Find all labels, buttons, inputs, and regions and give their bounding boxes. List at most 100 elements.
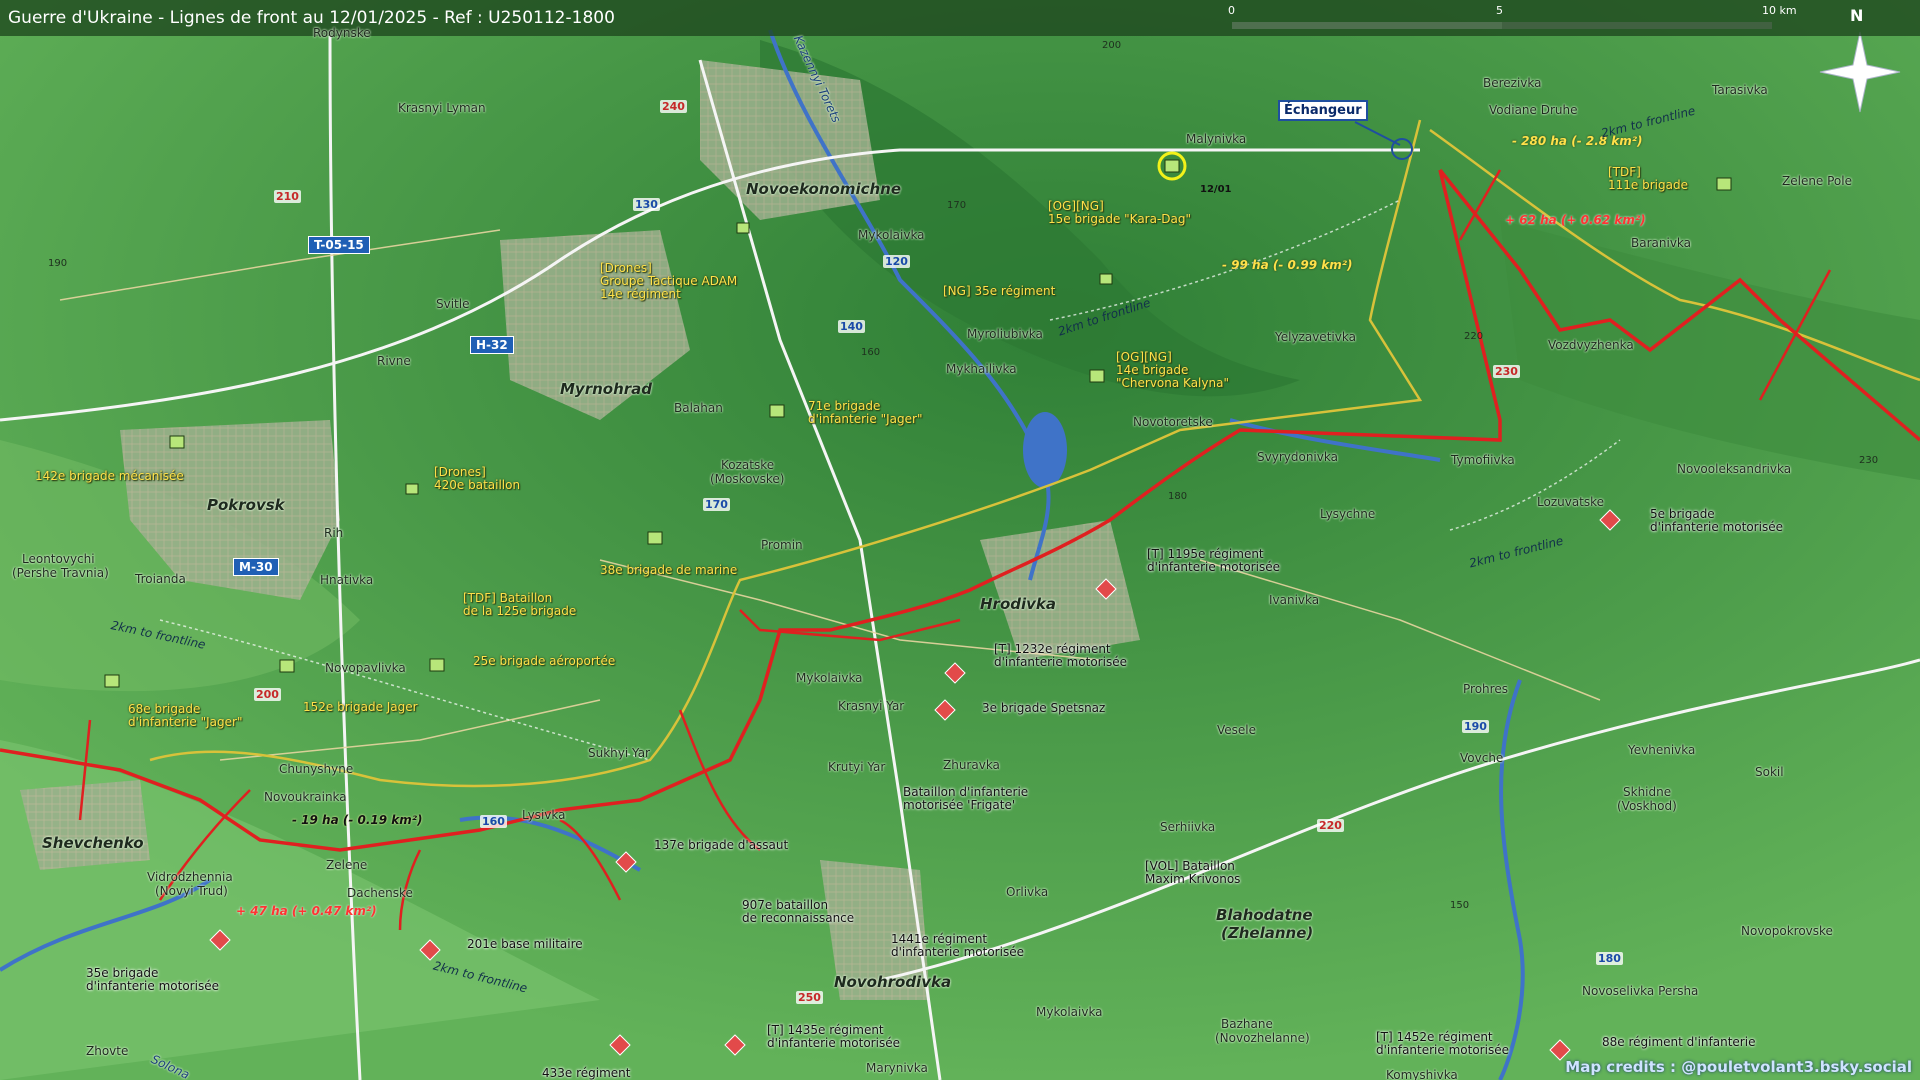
ru-unit-88: 88e régiment d'infanterie	[1602, 1035, 1756, 1049]
ru-unit-137: 137e brigade d'assaut	[654, 838, 789, 852]
ua-unit-68: 68e brigade d'infanterie "Jager"	[128, 703, 242, 729]
place-vodiane-druhe: Vodiane Druhe	[1489, 103, 1578, 117]
map-frame[interactable]: Guerre d'Ukraine - Lignes de front au 12…	[0, 0, 1920, 1080]
ua-unit-71-line-2: d'infanterie "Jager"	[808, 412, 923, 426]
place-vesele: Veselе	[1217, 723, 1257, 737]
elevation-150: 150	[1450, 900, 1470, 911]
place-dachenske: Dachenske	[347, 886, 413, 900]
place-vovche: Vovche	[1460, 751, 1504, 765]
place-novoselivka-persha: Novoselivka Persha	[1582, 984, 1699, 998]
ru-unit-1441: 1441e régiment d'infanterie motorisée	[891, 933, 1024, 959]
place-mykolaivka-n: Mykolaivka	[858, 228, 925, 242]
callout-echangeur: Échangeur	[1278, 100, 1368, 121]
ua-unit-tdf111: [TDF] 111e brigade	[1608, 166, 1688, 192]
place-berezivka: Berezivka	[1483, 76, 1542, 90]
place-novyi-trud: (Novyi Trud)	[155, 884, 228, 898]
ru-unit-35: 35e brigade d'infanterie motorisée	[86, 967, 219, 993]
elevation-160: 160	[861, 347, 881, 358]
place-hnativka: Hnativka	[320, 573, 374, 587]
place-svitle: Svitle	[436, 297, 470, 311]
place-shevchenko: Shevchenko	[42, 834, 144, 852]
ua-unit-25: 25e brigade aéroportée	[473, 654, 616, 668]
road-number-200: 200	[254, 688, 281, 701]
ru-unit-907-line-2: de reconnaissance	[742, 911, 855, 925]
ua-unit-adam: [Drones] Groupe Tactique ADAM 14e régime…	[600, 262, 737, 301]
elevation-170: 170	[947, 200, 967, 211]
ua-unit-38: 38e brigade de marine	[600, 563, 738, 577]
place-serhiivka: Serhiivka	[1160, 820, 1216, 834]
ua-unit-71: 71e brigade d'infanterie "Jager"	[808, 400, 922, 426]
place-marynivka: Marynivka	[866, 1061, 928, 1075]
place-kozatske: Kozatske	[721, 458, 775, 472]
ua-unit-68-line-2: d'infanterie "Jager"	[128, 715, 243, 729]
ru-unit-1435: [T] 1435e régiment d'infanterie motorisé…	[767, 1024, 900, 1050]
ru-unit-433: 433e régiment	[542, 1066, 631, 1080]
ru-unit-frigate-line-2: motorisée 'Frigate'	[903, 798, 1016, 812]
ua-unit-125: [TDF] Bataillon de la 125e brigade	[463, 592, 576, 618]
place-krasnyi-lyman: Krasnyi Lyman	[398, 101, 486, 115]
place-sukhyi-yar: Sukhyi Yar	[588, 746, 650, 760]
elevation-190: 190	[48, 258, 68, 269]
place-baranivka: Baranivka	[1631, 236, 1692, 250]
ua-unit-chervona-kalyna: [OG][NG] 14e brigade "Chervona Kalyna"	[1116, 351, 1229, 390]
road-number-140: 140	[838, 320, 865, 333]
place-zelene: Zelene	[326, 858, 368, 872]
place-mykolaivka-c: Mykolaivka	[796, 671, 863, 685]
place-myroliubivka: Myroliubivka	[967, 327, 1043, 341]
ru-unit-vol-line-2: Maxim Krivonos	[1145, 872, 1241, 886]
road-number-170: 170	[703, 498, 730, 511]
map-credits[interactable]: Map credits : @pouletvolant3.bsky.social	[1565, 1058, 1912, 1076]
place-vozdvyzhenka: Vozdvyzhenka	[1548, 338, 1634, 352]
map-title: Guerre d'Ukraine - Lignes de front au 12…	[8, 8, 615, 28]
place-malynivka: Malynivka	[1186, 132, 1247, 146]
place-krutyi-yar: Krutyi Yar	[828, 760, 886, 774]
place-balahan: Balahan	[674, 401, 723, 415]
elevation-230: 230	[1859, 455, 1879, 466]
ru-unit-frigate: Bataillon d'infanterie motorisée 'Frigat…	[903, 786, 1028, 812]
delta-62: + 62 ha (+ 0.62 km²)	[1505, 213, 1646, 227]
place-myrnohrad: Myrnohrad	[560, 380, 653, 398]
place-rivne: Rivne	[377, 354, 411, 368]
road-number-220: 220	[1317, 819, 1344, 832]
place-novoekonomichne: Novoekonomichne	[746, 180, 902, 198]
elevation-180: 180	[1168, 491, 1188, 502]
ua-unit-chervona-kalyna-line-3: "Chervona Kalyna"	[1116, 376, 1229, 390]
ru-unit-907: 907e bataillon de reconnaissance	[742, 899, 854, 925]
reservoir	[1023, 412, 1067, 488]
road-shield-m30: M-30	[233, 558, 279, 576]
place-mykhailivka: Mykhailivka	[946, 362, 1017, 376]
map-canvas[interactable]	[0, 0, 1920, 1080]
delta-99: - 99 ha (- 0.99 km²)	[1222, 258, 1353, 272]
place-blahodatne: Blahodatne	[1216, 906, 1313, 924]
scale-label-10: 10 km	[1762, 4, 1797, 17]
ua-unit-ng35: [NG] 35e régiment	[943, 284, 1056, 298]
place-sokil: Sokil	[1755, 765, 1784, 779]
ru-unit-5-line-2: d'infanterie motorisée	[1650, 520, 1783, 534]
delta-47: + 47 ha (+ 0.47 km²)	[236, 904, 377, 918]
place-yelyzavetivka: Yelyzavetivka	[1275, 330, 1356, 344]
road-number-190: 190	[1462, 720, 1489, 733]
place-promin: Promin	[761, 538, 803, 552]
place-moskovske: (Moskovske)	[710, 472, 785, 486]
ru-unit-1441-line-2: d'infanterie motorisée	[891, 945, 1024, 959]
place-zelene-pole: Zelene Pole	[1782, 174, 1852, 188]
scale-label-0: 0	[1228, 4, 1235, 17]
ua-unit-tdf111-line-2: 111e brigade	[1608, 178, 1688, 192]
ru-unit-1195-line-2: d'infanterie motorisée	[1147, 560, 1280, 574]
place-vidrodzhennia: Vidrodzhennia	[147, 870, 233, 884]
place-orlivka: Orlivka	[1006, 885, 1049, 899]
elevation-220: 220	[1464, 331, 1484, 342]
road-number-160: 160	[480, 815, 507, 828]
ru-unit-201: 201e base militaire	[467, 937, 583, 951]
ru-unit-vol: [VOL] Bataillon Maxim Krivonos	[1145, 860, 1240, 886]
ua-unit-142: 142e brigade mécanisée	[35, 469, 184, 483]
place-lysivka: Lysivka	[522, 808, 566, 822]
header-bar: Guerre d'Ukraine - Lignes de front au 12…	[0, 0, 1920, 36]
place-lysychne: Lysychne	[1320, 507, 1376, 521]
road-number-130-a: 130	[633, 198, 660, 211]
road-number-250: 250	[796, 991, 823, 1004]
place-voskhod: (Voskhod)	[1617, 799, 1677, 813]
place-pershe-travnia: (Pershe Travnia)	[12, 566, 109, 580]
ru-unit-1232-line-2: d'infanterie motorisée	[994, 655, 1127, 669]
ua-unit-kara-dag-line-2: 15e brigade "Kara-Dag"	[1048, 212, 1192, 226]
